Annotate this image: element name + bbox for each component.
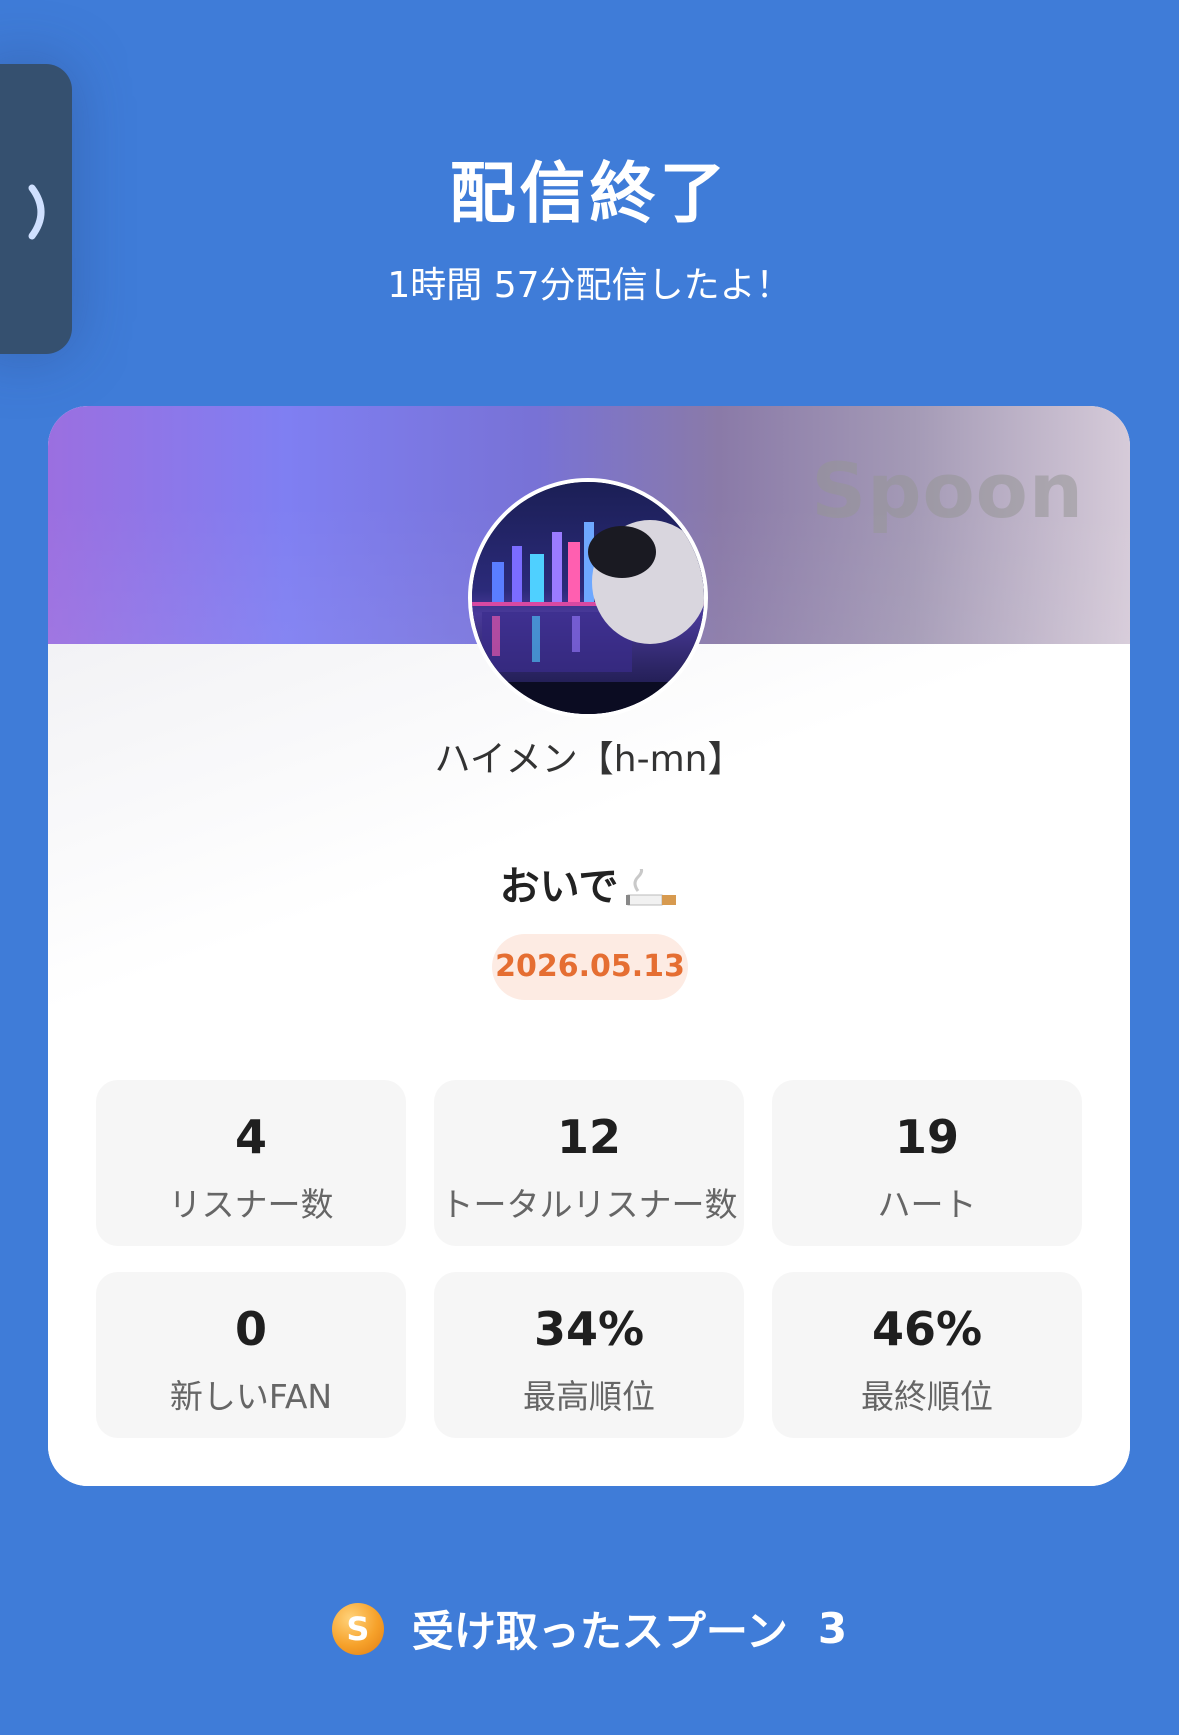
brand-logo: Spoon <box>811 446 1084 535</box>
stat-label: 最終順位 <box>861 1377 993 1416</box>
received-spoons[interactable]: S 受け取ったスプーン 3 <box>0 1598 1179 1658</box>
stat-value: 34% <box>533 1302 645 1356</box>
broadcast-duration: 1時間 57分配信したよ！ <box>387 265 792 306</box>
stat-value: 4 <box>234 1110 267 1164</box>
stat-value: 46% <box>871 1302 983 1356</box>
received-spoons-label: 受け取ったスプーン <box>411 1607 788 1656</box>
stat-value: 0 <box>234 1302 267 1356</box>
page-title: 配信終了 <box>449 155 730 232</box>
stat-label: ハート <box>877 1185 977 1224</box>
broadcast-date: 2026.05.13 <box>492 934 688 1000</box>
username: ハイメン【h-mn】 <box>434 739 744 780</box>
avatar-image <box>472 482 704 714</box>
stat-label: 最高順位 <box>523 1377 655 1416</box>
cigarette-icon <box>626 869 677 906</box>
stat-hearts: 19 ハート <box>772 1080 1082 1246</box>
broadcast-summary-card: Spoon ハイメン【h-mn】 おいで 2026.05.13 4 リスナー数 … <box>48 406 1130 1486</box>
broadcast-end-screen: 配信終了 1時間 57分配信したよ！ Spoon ハイメン【h-mn】 おいで … <box>0 0 1179 1735</box>
stat-label: リスナー数 <box>168 1185 334 1224</box>
stat-value: 12 <box>556 1110 621 1164</box>
stream-title-text: おいで <box>499 864 619 910</box>
received-spoons-count: 3 <box>817 1604 848 1653</box>
stat-highest-rank: 34% 最高順位 <box>434 1272 744 1438</box>
stat-label: 新しいFAN <box>169 1377 333 1416</box>
stream-title: おいで <box>48 854 1130 912</box>
stat-final-rank: 46% 最終順位 <box>772 1272 1082 1438</box>
stat-listeners: 4 リスナー数 <box>96 1080 406 1246</box>
spoon-coin-icon: S <box>331 1602 384 1655</box>
stat-value: 19 <box>894 1110 959 1164</box>
stat-total-listeners: 12 トータルリスナー数 <box>434 1080 744 1246</box>
avatar[interactable] <box>468 478 708 718</box>
stat-new-fans: 0 新しいFAN <box>96 1272 406 1438</box>
stat-label: トータルリスナー数 <box>440 1185 738 1224</box>
